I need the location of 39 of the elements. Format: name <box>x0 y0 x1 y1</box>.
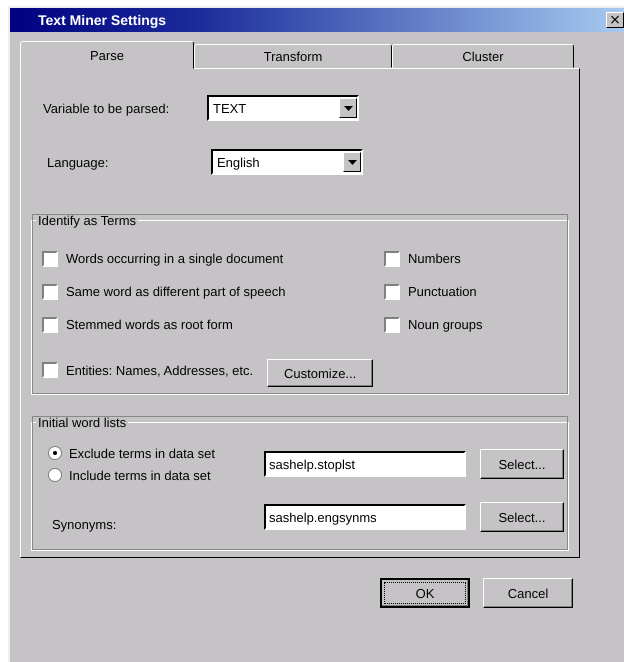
checkbox-label: Noun groups <box>408 317 482 332</box>
tab[interactable]: Transform <box>194 44 392 68</box>
checkbox-label: Same word as different part of speech <box>66 284 286 299</box>
radio-label: Exclude terms in data set <box>69 446 215 460</box>
checkbox[interactable] <box>42 362 58 378</box>
group-title: Identify as Terms <box>37 213 138 228</box>
field-label: Variable to be parsed: <box>43 100 170 116</box>
customize-button[interactable]: Customize... <box>267 359 374 387</box>
field-label: Synonyms: <box>51 516 118 532</box>
radio-button[interactable] <box>48 468 62 482</box>
checkbox[interactable] <box>384 250 400 266</box>
dropdown[interactable]: TEXT <box>207 95 359 121</box>
tab[interactable]: Parse <box>20 41 194 69</box>
input-field[interactable]: sashelp.stoplst <box>264 451 466 477</box>
radio-label: Include terms in data set <box>69 468 211 482</box>
tab[interactable]: Cluster <box>392 44 574 68</box>
checkbox-label: Stemmed words as root form <box>66 317 233 332</box>
cancel-button[interactable]: Cancel <box>483 578 573 608</box>
checkbox[interactable] <box>42 316 58 332</box>
ok-button[interactable]: OK <box>380 578 470 608</box>
select-button[interactable]: Select... <box>480 449 564 479</box>
checkbox-label: Words occurring in a single document <box>66 251 284 266</box>
checkbox[interactable] <box>42 250 58 266</box>
caret-icon <box>339 98 357 118</box>
checkbox-label: Numbers <box>408 251 461 266</box>
checkbox[interactable] <box>384 316 400 332</box>
radio-button[interactable] <box>48 446 62 460</box>
checkbox[interactable] <box>384 284 400 300</box>
close-button[interactable]: × <box>606 12 624 28</box>
field-label: Language: <box>46 154 110 170</box>
dropdown[interactable]: English <box>211 149 363 175</box>
checkbox-label: Punctuation <box>408 284 477 299</box>
caret-icon <box>343 152 361 172</box>
window-title: Text Miner Settings <box>37 12 168 28</box>
input-field[interactable]: sashelp.engsynms <box>264 504 466 530</box>
group-title: Initial word lists <box>37 415 128 430</box>
checkbox[interactable] <box>42 284 58 300</box>
checkbox-label: Entities: Names, Addresses, etc. <box>66 362 254 378</box>
select-button[interactable]: Select... <box>480 502 564 532</box>
